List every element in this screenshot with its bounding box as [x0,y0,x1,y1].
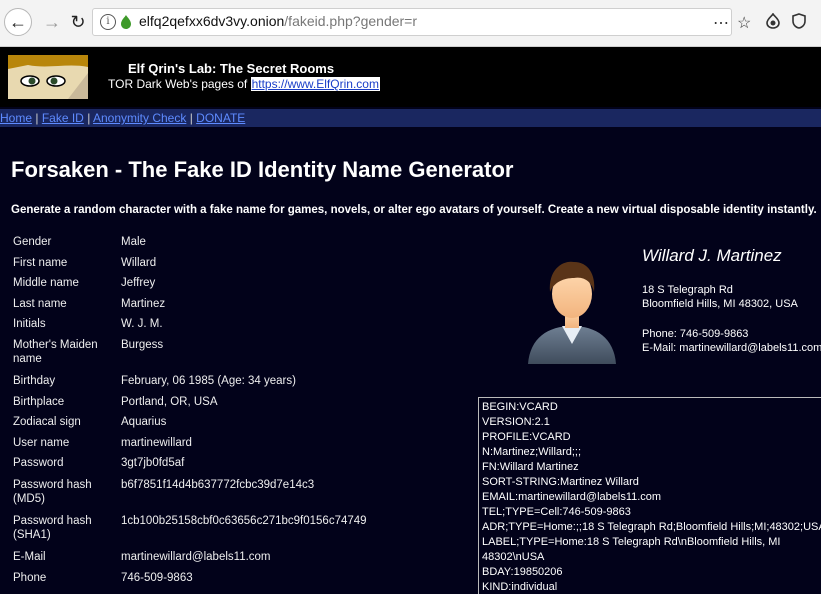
forward-arrow-icon[interactable]: → [38,8,66,36]
nav-home-link[interactable]: Home [0,111,32,125]
url-text: elfq2qefxx6dv3vy.onion/fakeid.php?gender… [139,13,417,29]
row-value: Male [121,236,146,248]
row-label: Mother's Maiden name [13,339,98,365]
card-address-line2: Bloomfield Hills, MI 48302, USA [642,298,798,310]
card-name: Willard J. Martinez [642,246,782,265]
row-label: Middle name [13,277,79,289]
url-domain: elfq2qefxx6dv3vy.onion [139,13,285,29]
row-value: Burgess [121,339,164,351]
onion-icon [120,14,132,35]
vcard-line: BEGIN:VCARD [482,401,558,413]
browser-toolbar: ← → ↻ i elfq2qefxx6dv3vy.onion/fakeid.ph… [0,0,821,47]
site-subtitle-text: TOR Dark Web's pages of [108,77,251,91]
vcard-line: FN:Willard Martinez [482,461,579,473]
row-label: Birthday [13,375,56,387]
card-address-line1: 18 S Telegraph Rd [642,284,733,296]
avatar [524,242,620,366]
info-icon[interactable]: i [100,14,116,30]
card-contact: Phone: 746-509-9863 E-Mail: martinewilla… [642,327,821,355]
card-email: E-Mail: martinewillard@labels11.com [642,342,821,354]
address-bar[interactable]: i elfq2qefxx6dv3vy.onion/fakeid.php?gend… [92,8,732,36]
vcard-line: PROFILE:VCARD [482,431,571,443]
vcard-line: BDAY:19850206 [482,566,563,578]
card-address: 18 S Telegraph Rd Bloomfield Hills, MI 4… [642,283,798,311]
row-label: Password [13,457,64,469]
nav-donate-link[interactable]: DONATE [196,111,245,125]
back-arrow-icon[interactable]: ← [4,8,32,36]
site-logo[interactable] [8,55,88,99]
shield-icon[interactable] [792,13,806,34]
row-label: Password hash (SHA1) [13,515,92,541]
row-label: Zodiacal sign [13,416,81,428]
row-label: Initials [13,318,46,330]
site-title: Elf Qrin's Lab: The Secret Rooms [128,61,335,76]
vcard-line: KIND:individual [482,581,558,593]
tor-icon[interactable] [766,12,780,34]
row-label: Gender [13,236,52,248]
row-label: User name [13,437,70,449]
row-value: 3gt7jb0fd5af [121,457,185,469]
page-intro: Generate a random character with a fake … [11,204,817,216]
reload-icon[interactable]: ↻ [64,8,92,36]
row-label: Last name [13,298,67,310]
nav-separator: | [35,111,39,125]
web-page: Elf Qrin's Lab: The Secret Rooms TOR Dar… [0,47,821,594]
row-value: b6f7851f14d4b637772fcbc39d7e14c3 [121,479,315,491]
row-value: February, 06 1985 (Age: 34 years) [121,375,296,387]
vcard-line: TEL;TYPE=Cell:746-509-9863 [482,506,631,518]
row-label: E-Mail [13,551,46,563]
site-nav: Home | Fake ID | Anonymity Check | DONAT… [0,109,821,127]
row-label: First name [13,257,68,269]
row-value: W. J. M. [121,318,163,330]
row-value: martinewillard [121,437,192,449]
vcard-line: ADR;TYPE=Home:;;18 S Telegraph Rd;Bloomf… [482,521,821,533]
nav-separator: | [87,111,91,125]
nav-fake-id-link[interactable]: Fake ID [42,111,84,125]
vcard-line: LABEL;TYPE=Home:18 S Telegraph Rd\nBloom… [482,536,781,563]
nav-separator: | [189,111,193,125]
row-value: Martinez [121,298,166,310]
page-title: Forsaken - The Fake ID Identity Name Gen… [11,157,514,182]
row-value: 746-509-9863 [121,572,193,584]
vcard-box[interactable]: BEGIN:VCARD VERSION:2.1 PROFILE:VCARD N:… [478,397,821,594]
nav-anonymity-check-link[interactable]: Anonymity Check [93,111,186,125]
vcard-line: SORT-STRING:Martinez Willard [482,476,639,488]
site-banner: Elf Qrin's Lab: The Secret Rooms TOR Dar… [0,47,821,107]
row-value: 1cb100b25158cbf0c63656c271bc9f0156c74749 [121,515,367,527]
row-label: Birthplace [13,396,65,408]
url-path: /fakeid.php?gender=r [284,13,418,29]
site-subtitle: TOR Dark Web's pages of https://www.ElfQ… [108,77,380,91]
row-value: Portland, OR, USA [121,396,218,408]
vcard-line: VERSION:2.1 [482,416,550,428]
row-value: Willard [121,257,157,269]
star-icon[interactable]: ☆ [737,13,751,33]
more-icon[interactable]: ⋯ [713,13,729,33]
site-link[interactable]: https://www.ElfQrin.com [250,77,380,91]
row-value: Aquarius [121,416,167,428]
vcard-line: EMAIL:martinewillard@labels11.com [482,491,662,503]
vcard-line: N:Martinez;Willard;;; [482,446,582,458]
row-value: Jeffrey [121,277,156,289]
card-phone: Phone: 746-509-9863 [642,328,749,340]
row-value: martinewillard@labels11.com [121,551,271,563]
row-label: Password hash (MD5) [13,479,92,505]
row-label: Phone [13,572,47,584]
